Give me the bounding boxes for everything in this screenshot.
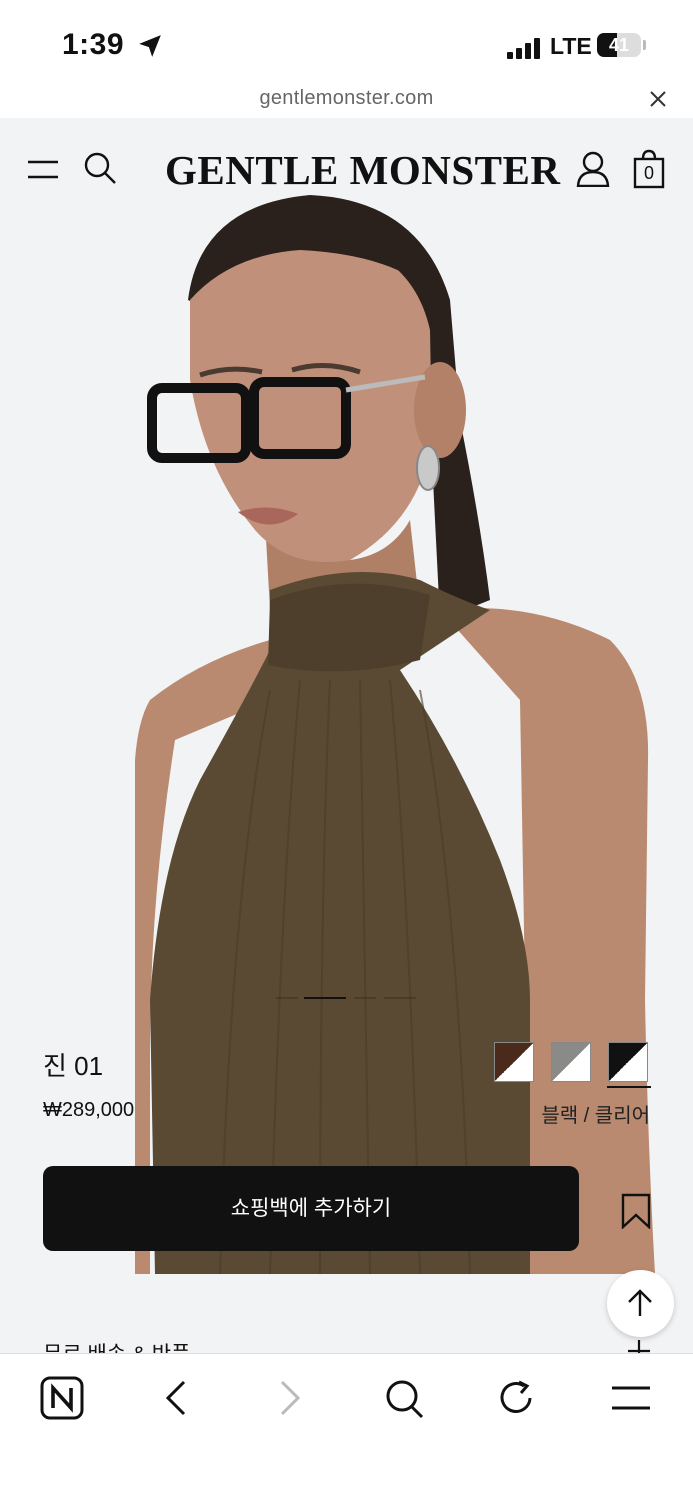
brand-logo[interactable]: GENTLE MONSTER [165,146,560,194]
menu-icon[interactable] [610,1376,652,1420]
swatch-selected-underline [607,1086,651,1088]
naver-home-icon[interactable] [40,1376,84,1420]
site-header: GENTLE MONSTER 0 [0,118,693,218]
carousel-dot[interactable] [276,997,298,999]
cart-count: 0 [643,163,654,183]
forward-icon[interactable] [276,1376,306,1420]
carousel-dot[interactable] [384,997,416,999]
battery-percent: 41 [608,35,630,55]
back-icon[interactable] [160,1376,190,1420]
swatch-grey-clear[interactable] [551,1042,591,1082]
search-icon[interactable] [384,1376,424,1420]
account-icon[interactable] [576,151,610,187]
arrow-up-icon [628,1289,652,1316]
shopping-bag-icon[interactable]: 0 [633,149,665,189]
swatch-brown-clear[interactable] [494,1042,534,1082]
selected-color-label: 블랙 / 클리어 [541,1105,650,1127]
shipping-section[interactable]: 무료 배송 & 반품 [0,1274,693,1356]
battery-tip [643,40,646,50]
signal-icon [507,37,543,59]
location-arrow-icon [139,35,161,57]
carousel-dot[interactable] [354,997,376,999]
browser-toolbar [0,1353,693,1501]
carousel-dot-active[interactable] [304,997,346,999]
add-to-bag-button[interactable]: 쇼핑백에 추가하기 [43,1166,579,1251]
scroll-to-top-button[interactable] [607,1270,674,1337]
carousel-indicator[interactable] [276,997,416,1000]
refresh-icon[interactable] [497,1376,537,1420]
url-bar[interactable]: gentlemonster.com [0,82,693,118]
bookmark-icon[interactable] [621,1193,651,1229]
product-price: ₩289,000 [43,1099,135,1121]
product-name: 진 01 [43,1051,104,1081]
url-text[interactable]: gentlemonster.com [0,87,693,110]
network-label: LTE [550,33,592,59]
search-icon[interactable] [83,151,117,185]
menu-icon[interactable] [28,160,58,180]
status-time: 1:39 [62,28,125,61]
swatch-black-clear[interactable] [608,1042,648,1082]
status-bar: 1:39 LTE 41 [0,0,693,86]
close-icon[interactable] [647,88,669,110]
battery-icon: 41 [597,33,641,57]
